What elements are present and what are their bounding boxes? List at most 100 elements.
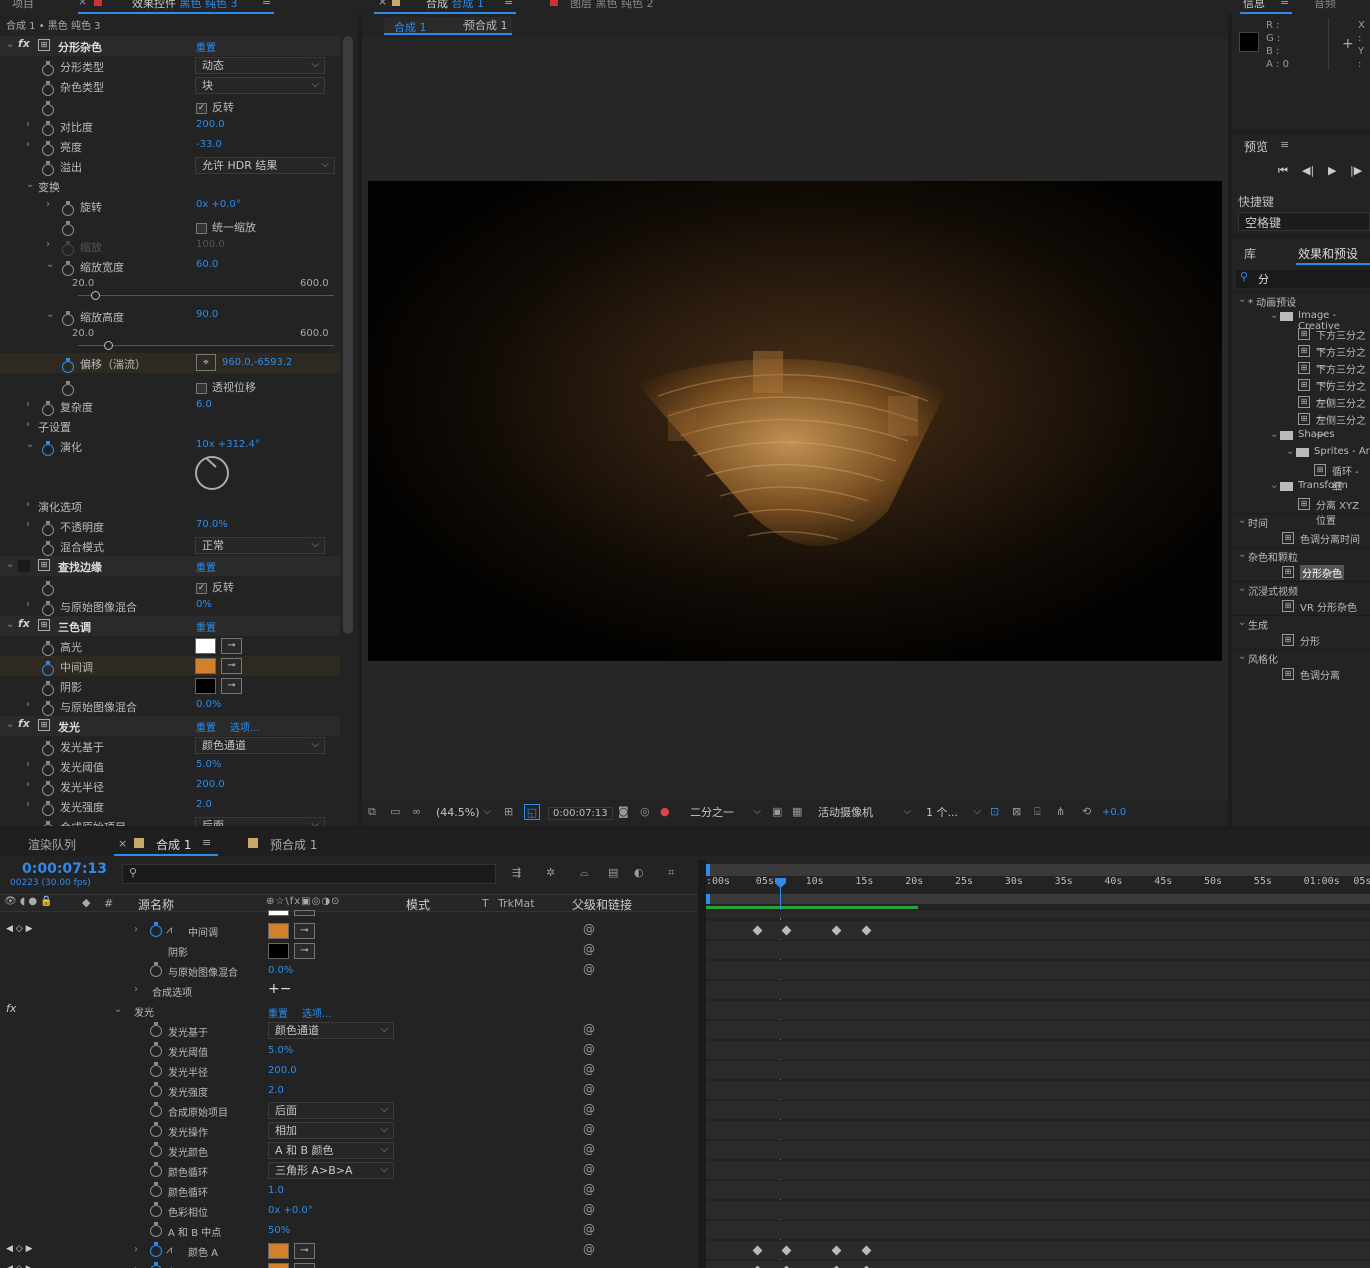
- chevron-down-icon[interactable]: ⌄: [1238, 651, 1248, 662]
- tl-shadows[interactable]: 阴影 ⊸ @: [0, 940, 698, 960]
- tl-phase[interactable]: 色彩相位 0x +0.0° @: [0, 1200, 698, 1220]
- glow-radius[interactable]: › 发光半径 200.0: [0, 776, 340, 796]
- tritone-blend[interactable]: › 与原始图像混合 0.0%: [0, 696, 340, 716]
- preset-tree-item[interactable]: ⊞ 下方三分之一: [1232, 326, 1370, 357]
- tl-blend-track[interactable]: [706, 960, 1370, 979]
- monitor-icon[interactable]: ▭: [390, 805, 400, 818]
- chevron-icon[interactable]: ⌄: [114, 1004, 124, 1015]
- glow-radius-value[interactable]: 200.0: [196, 779, 225, 790]
- preset-search-box[interactable]: ⚲ 分: [1236, 270, 1370, 288]
- edges-invert[interactable]: ✓ 反转: [0, 576, 340, 596]
- chevron-icon[interactable]: ›: [26, 139, 36, 150]
- preset-tree-item[interactable]: ⌄ 沉浸式视频: [1232, 581, 1370, 598]
- glow-composite-select[interactable]: 后面: [195, 817, 325, 826]
- chevron-down-icon[interactable]: ⌄: [1286, 446, 1296, 457]
- chevron-icon[interactable]: ›: [26, 759, 36, 770]
- tl-colors-select[interactable]: A 和 B 颜色: [268, 1142, 394, 1159]
- tl-glow-reset[interactable]: 重置: [268, 1005, 288, 1020]
- preset-tree-item[interactable]: ⌄ Image - Creative: [1232, 309, 1370, 332]
- add-remove-icon[interactable]: +−: [268, 981, 291, 997]
- chevron-icon[interactable]: ⌄: [6, 619, 16, 630]
- menu-icon[interactable]: ≡: [1280, 0, 1289, 8]
- stopwatch-icon[interactable]: [62, 311, 74, 326]
- chevron-down-icon[interactable]: ⌄: [1270, 480, 1280, 491]
- stopwatch-icon[interactable]: [42, 781, 54, 796]
- menu-icon[interactable]: ≡: [262, 0, 271, 8]
- stopwatch-icon[interactable]: [42, 761, 54, 776]
- preset-tree-item[interactable]: ⊞ 分形: [1232, 632, 1370, 649]
- chevron-down-icon[interactable]: ⌄: [1238, 294, 1248, 305]
- shadows-swatch[interactable]: [195, 678, 216, 694]
- invert[interactable]: ✓ 反转: [0, 96, 340, 116]
- scale-height[interactable]: ⌄ 缩放高度 90.0: [0, 306, 340, 326]
- camera-icon[interactable]: ◙: [618, 805, 629, 818]
- chevron-down-icon[interactable]: ⌄: [1238, 583, 1248, 594]
- chevron-icon[interactable]: ⌄: [46, 309, 56, 320]
- tl-midtones-track[interactable]: [706, 920, 1370, 939]
- menu-icon[interactable]: ≡: [1280, 138, 1289, 151]
- tl-composite-options-track[interactable]: [706, 980, 1370, 999]
- chevron-icon[interactable]: ›: [134, 1244, 144, 1255]
- fractal-noise-value[interactable]: 重置: [196, 39, 216, 54]
- graph-icon[interactable]: ⩘: [166, 923, 172, 937]
- invert-checkbox[interactable]: ✓ 反转: [196, 99, 234, 115]
- shadows[interactable]: 阴影 ⊸: [0, 676, 340, 696]
- tl-glow[interactable]: ⌄ 发光 fx 重置 选项...: [0, 1000, 698, 1020]
- stopwatch-icon[interactable]: [150, 1182, 162, 1197]
- close-icon[interactable]: ×: [118, 837, 127, 850]
- viewer-tab-pre[interactable]: 预合成 1: [464, 17, 508, 33]
- tl-color-a[interactable]: ◀ ◇ ▶ › ⩘ 颜色 A ⊸ @: [0, 1240, 698, 1260]
- stopwatch-icon[interactable]: [150, 962, 162, 977]
- expression-pickwhip-icon[interactable]: @: [583, 1222, 595, 1236]
- flowchart-icon[interactable]: ⋔: [1056, 805, 1065, 818]
- stopwatch-icon[interactable]: [42, 701, 54, 716]
- tl-threshold-track[interactable]: [706, 1040, 1370, 1059]
- timeline-timecode[interactable]: 0:00:07:13: [22, 861, 107, 877]
- stopwatch-icon[interactable]: [42, 81, 54, 96]
- chevron-icon[interactable]: ⌄: [6, 559, 16, 570]
- stopwatch-icon[interactable]: [62, 201, 74, 216]
- stopwatch-icon[interactable]: [150, 1242, 162, 1257]
- stopwatch-icon[interactable]: [150, 1162, 162, 1177]
- eyedropper-icon[interactable]: ⊸: [294, 1263, 315, 1268]
- graph-icon[interactable]: ⩘: [166, 1263, 172, 1268]
- tl-blend-value[interactable]: 0.0%: [268, 965, 293, 976]
- graph-editor-icon[interactable]: ⌗: [668, 866, 674, 880]
- glow-intensity-value[interactable]: 2.0: [196, 799, 212, 810]
- reset-exposure-icon[interactable]: ⟲: [1082, 805, 1091, 818]
- chevron-icon[interactable]: ⌄: [26, 439, 36, 450]
- info-tab[interactable]: 信息: [1243, 0, 1265, 11]
- tl-phase-track[interactable]: [706, 1200, 1370, 1219]
- tritone-blend-value[interactable]: 0.0%: [196, 699, 221, 710]
- perspective-checkbox[interactable]: 透视位移: [196, 379, 256, 395]
- chevron-icon[interactable]: ›: [26, 599, 36, 610]
- stopwatch-icon[interactable]: [62, 381, 74, 396]
- tl-phase-value[interactable]: 0x +0.0°: [268, 1205, 313, 1216]
- transparency-grid-icon[interactable]: ▦: [792, 805, 802, 818]
- tl-midpoint[interactable]: A 和 B 中点 50% @: [0, 1220, 698, 1240]
- preset-tree-item[interactable]: ⊞ 色调分离时间: [1232, 530, 1370, 547]
- preset-tree-item[interactable]: ⌄ 杂色和颗粒: [1232, 547, 1370, 564]
- shortcut-select[interactable]: 空格键: [1238, 212, 1370, 231]
- tl-operation-select[interactable]: 相加: [268, 1122, 394, 1139]
- tl-colors-track[interactable]: [706, 1140, 1370, 1159]
- preset-tree-item[interactable]: ⌄ * 动画预设: [1232, 292, 1370, 309]
- tritone-value[interactable]: 重置: [196, 619, 216, 634]
- expression-pickwhip-icon[interactable]: @: [583, 942, 595, 956]
- scale-value[interactable]: 100.0: [196, 239, 225, 250]
- stopwatch-icon[interactable]: [150, 1202, 162, 1217]
- timeline-comp-tab[interactable]: 合成 1: [156, 836, 191, 853]
- stopwatch-icon[interactable]: [62, 358, 74, 373]
- views-select[interactable]: 1 个...: [920, 804, 986, 822]
- tl-midtones-swatch[interactable]: [268, 923, 289, 939]
- glow-composite[interactable]: 合成原始项目 后面: [0, 816, 340, 826]
- expression-pickwhip-icon[interactable]: @: [583, 1082, 595, 1096]
- tl-based-on[interactable]: 发光基于 颜色通道 @: [0, 1020, 698, 1040]
- expression-pickwhip-icon[interactable]: @: [583, 1062, 595, 1076]
- preset-tree-item[interactable]: ⊞ 下方三分之一(: [1232, 360, 1370, 391]
- evolution-options[interactable]: › 演化选项: [0, 496, 340, 516]
- tl-intensity-value[interactable]: 2.0: [268, 1085, 284, 1096]
- chevron-icon[interactable]: ›: [46, 239, 56, 250]
- camera-select[interactable]: 活动摄像机: [812, 804, 916, 822]
- preset-tree-item[interactable]: ⌄ Shapes: [1232, 428, 1370, 445]
